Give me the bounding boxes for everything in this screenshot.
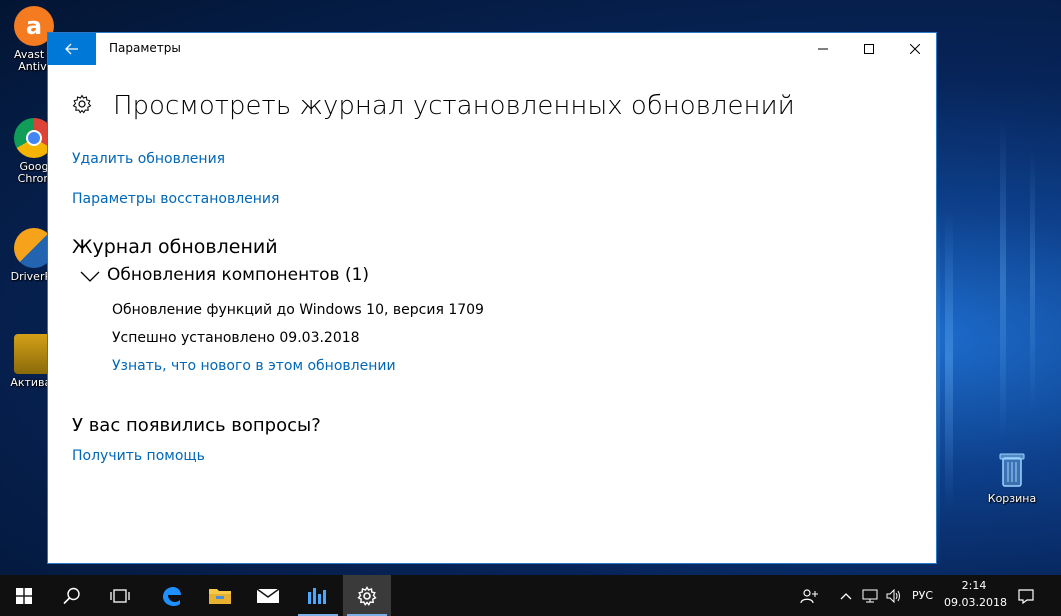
feature-updates-group-toggle[interactable]: Обновления компонентов (1) (80, 265, 380, 289)
people-icon (800, 588, 818, 603)
taskbar-file-explorer[interactable] (196, 575, 244, 616)
update-status: Успешно установлено 09.03.2018 (112, 330, 360, 346)
questions-heading: У вас появились вопросы? (72, 415, 321, 436)
taskbar-settings[interactable] (343, 575, 391, 616)
minimize-icon (818, 48, 828, 50)
action-center-button[interactable] (1018, 575, 1034, 616)
chevron-down-icon (80, 271, 100, 282)
clock[interactable]: 2:14 09.03.2018 (944, 575, 1007, 616)
update-history-heading: Журнал обновлений (72, 236, 278, 258)
settings-window: Параметры Просмотреть журнал установленн… (47, 32, 937, 564)
network-icon (862, 589, 878, 602)
network-button[interactable] (862, 575, 878, 616)
feature-updates-group-title: Обновления компонентов (1) (107, 265, 370, 285)
gear-icon (72, 94, 92, 114)
close-button[interactable] (892, 33, 938, 65)
get-help-link[interactable]: Получить помощь (72, 448, 205, 464)
search-icon (63, 587, 80, 604)
taskbar: РУС 2:14 09.03.2018 (0, 575, 1061, 616)
taskbar-edge[interactable] (147, 575, 195, 616)
show-hidden-icons-button[interactable] (840, 575, 852, 616)
back-button[interactable] (48, 33, 96, 65)
desktop-icon-recycle-bin[interactable]: Корзина (972, 448, 1052, 505)
maximize-icon (864, 44, 874, 54)
recycle-bin-icon (994, 448, 1030, 490)
settings-gear-icon (357, 585, 377, 606)
back-arrow-icon (65, 43, 78, 55)
people-button[interactable] (800, 575, 818, 616)
folder-icon (209, 588, 231, 604)
task-view-button[interactable] (96, 575, 144, 616)
taskbar-app-audio[interactable] (294, 575, 342, 616)
equalizer-icon (308, 587, 326, 604)
title-bar[interactable]: Параметры (48, 33, 936, 65)
clock-time: 2:14 (961, 579, 987, 592)
search-button[interactable] (48, 575, 96, 616)
chevron-up-icon (840, 592, 852, 599)
minimize-button[interactable] (800, 33, 846, 65)
windows-logo-icon (16, 587, 32, 604)
update-name: Обновление функций до Windows 10, версия… (112, 302, 484, 318)
recycle-bin-label: Корзина (987, 493, 1037, 505)
close-icon (910, 44, 920, 54)
window-title: Параметры (109, 41, 181, 55)
task-view-icon (110, 588, 130, 603)
taskbar-mail[interactable] (244, 575, 292, 616)
uninstall-updates-link[interactable]: Удалить обновления (72, 151, 225, 167)
maximize-button[interactable] (846, 33, 892, 65)
edge-icon (163, 586, 181, 606)
mail-icon (256, 587, 280, 603)
input-language-indicator[interactable]: РУС (912, 575, 933, 616)
page-title: Просмотреть журнал установленных обновле… (113, 91, 795, 121)
speaker-icon (886, 588, 900, 603)
start-button[interactable] (0, 575, 48, 616)
whats-new-link[interactable]: Узнать, что нового в этом обновлении (112, 358, 396, 374)
notification-icon (1018, 588, 1034, 604)
volume-button[interactable] (886, 575, 902, 616)
clock-date: 09.03.2018 (944, 596, 1007, 609)
recovery-options-link[interactable]: Параметры восстановления (72, 191, 279, 207)
